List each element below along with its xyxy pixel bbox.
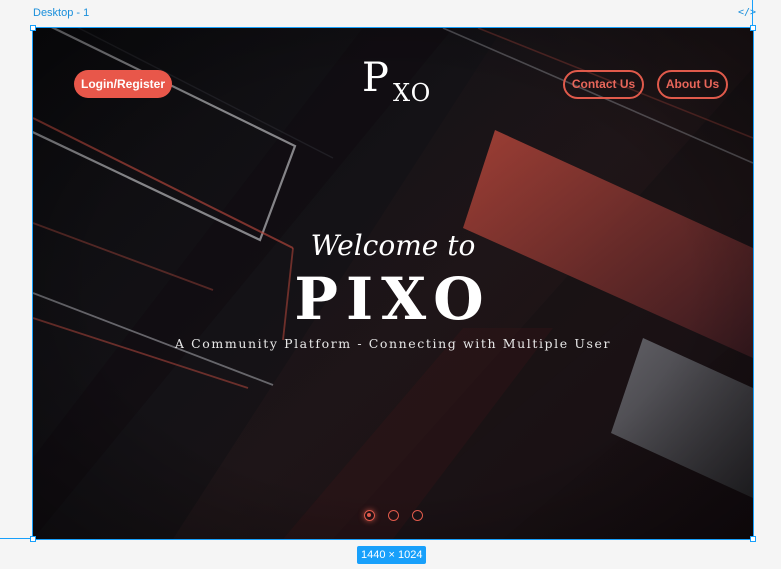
- contact-us-button[interactable]: Contact Us: [563, 70, 644, 99]
- selection-guide-left: [0, 538, 33, 539]
- desktop-frame[interactable]: Login/Register P XO Contact Us About Us …: [32, 27, 754, 540]
- hero-title: PIXO: [294, 265, 492, 333]
- carousel-dot-1[interactable]: [364, 510, 375, 521]
- logo-letters-xo: XO: [393, 79, 432, 107]
- resize-handle-top-left[interactable]: [30, 25, 36, 31]
- carousel-dot-3[interactable]: [412, 510, 423, 521]
- hero-welcome-text: Welcome to: [310, 229, 476, 262]
- resize-handle-top-right[interactable]: [750, 25, 756, 31]
- pixo-logo[interactable]: P XO: [360, 54, 434, 110]
- login-register-button[interactable]: Login/Register: [74, 70, 172, 98]
- carousel-dots: [364, 510, 424, 522]
- resize-handle-bottom-right[interactable]: [750, 536, 756, 542]
- carousel-dot-2[interactable]: [388, 510, 399, 521]
- frame-name-label[interactable]: Desktop - 1: [33, 7, 89, 19]
- selection-guide-right: [752, 0, 753, 28]
- code-icon[interactable]: </>: [738, 7, 756, 18]
- logo-letter-p: P: [362, 55, 389, 101]
- resize-handle-bottom-left[interactable]: [30, 536, 36, 542]
- hero-subtitle: A Community Platform - Connecting with M…: [174, 336, 612, 351]
- frame-size-badge: 1440 × 1024: [357, 546, 427, 564]
- about-us-button[interactable]: About Us: [657, 70, 728, 99]
- design-canvas: Desktop - 1 </> Login/Register P XO Cont…: [0, 0, 781, 569]
